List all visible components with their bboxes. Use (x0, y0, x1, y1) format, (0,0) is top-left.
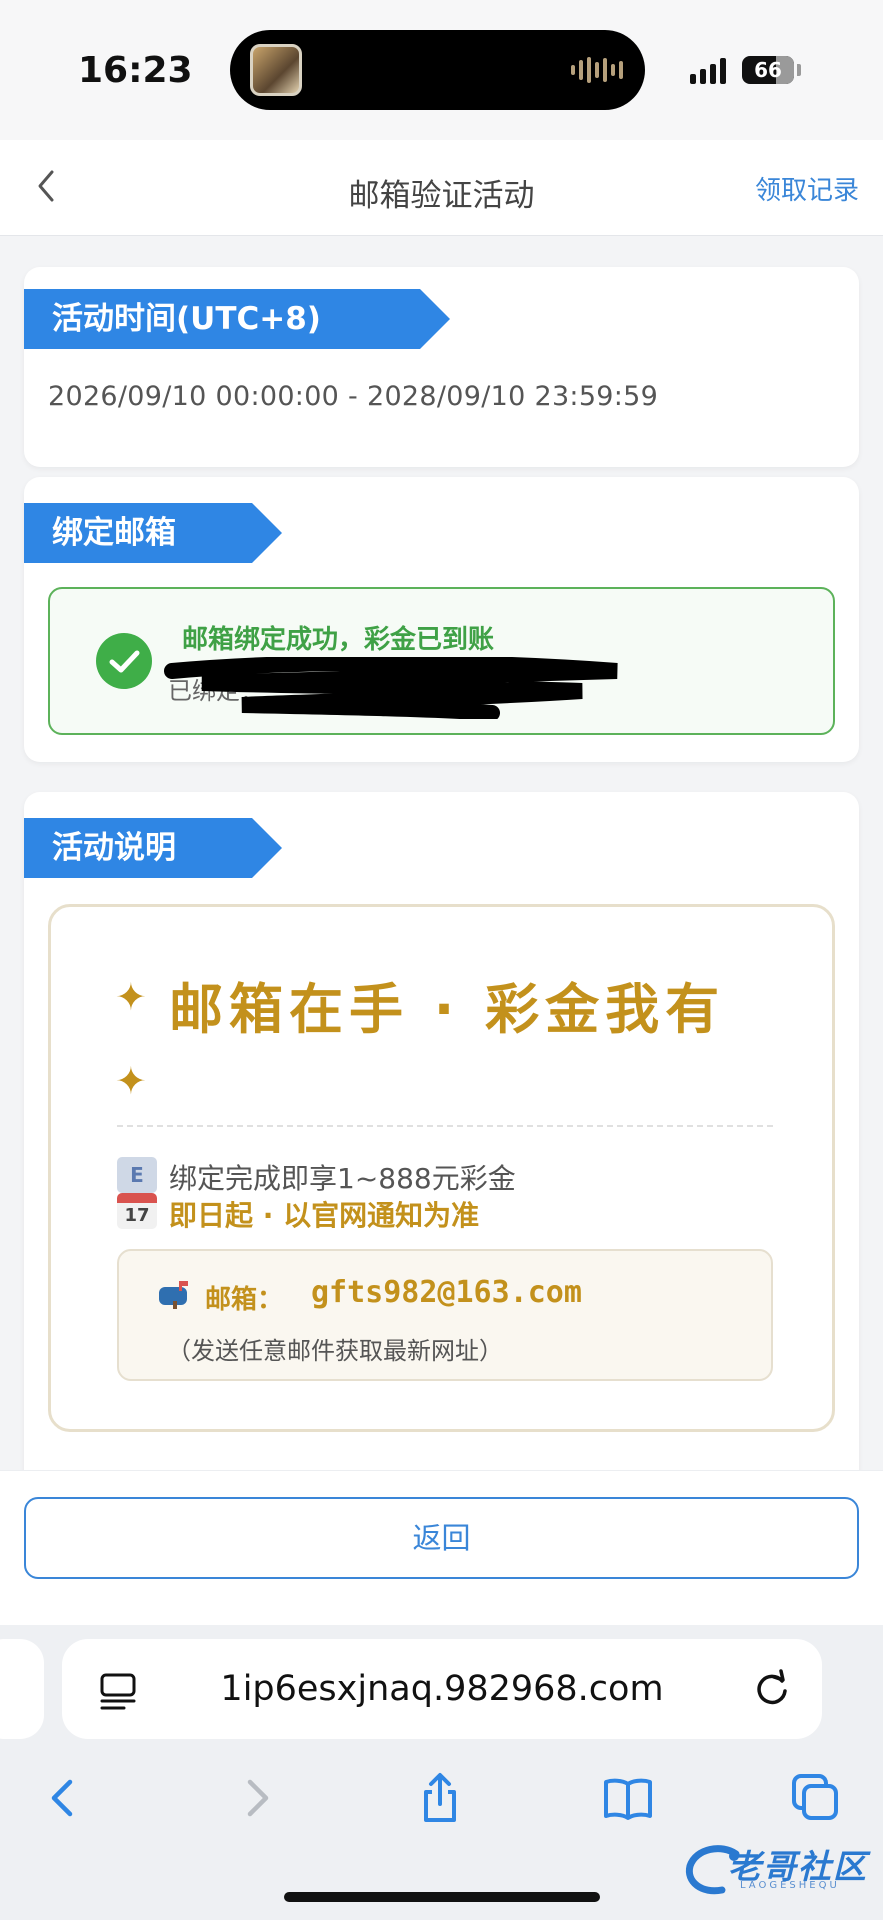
cellular-signal-icon (690, 56, 726, 84)
share-icon[interactable] (412, 1770, 468, 1826)
nav-header: 邮箱验证活动 领取记录 (0, 140, 883, 236)
status-bar: 16:23 66 (0, 0, 883, 140)
description-card: 活动说明 ✦ 邮箱在手 · 彩金我有 ✦ E 绑定完成即享1~888元彩金 17… (24, 792, 859, 1477)
promo-title: 邮箱在手 · 彩金我有 (169, 978, 726, 1041)
calendar-icon: 17 (117, 1193, 157, 1229)
claim-records-link[interactable]: 领取记录 (755, 170, 859, 207)
back-icon[interactable] (36, 1770, 92, 1826)
watermark-logo: 老哥社区 LAOGESHEQU (684, 1838, 874, 1900)
reload-icon[interactable] (750, 1667, 794, 1711)
battery-indicator: 66 (742, 56, 794, 84)
mail-address[interactable]: gfts982@163.com (311, 1275, 582, 1310)
check-icon (96, 633, 152, 689)
activity-time-ribbon: 活动时间(UTC+8) (24, 289, 450, 349)
mail-label: 邮箱： (205, 1285, 284, 1315)
bind-success-title: 邮箱绑定成功，彩金已到账 (182, 625, 495, 655)
sparkle-icon: ✦ (115, 975, 147, 1019)
battery-nub (797, 64, 801, 76)
redaction-scribble (164, 657, 618, 719)
envelope-icon: E (117, 1157, 157, 1193)
promo-line-reward: 绑定完成即享1~888元彩金 (169, 1162, 516, 1195)
activity-time-ribbon-label: 活动时间(UTC+8) (52, 301, 321, 337)
promo-divider (117, 1125, 773, 1127)
promo-line-period: 即日起 · 以官网通知为准 (169, 1199, 480, 1232)
url-text[interactable]: 1ip6esxjnaq.982968.com (62, 1669, 822, 1709)
description-ribbon-label: 活动说明 (52, 830, 176, 866)
battery-percent: 66 (754, 58, 782, 82)
audio-waveform-icon (571, 56, 623, 84)
address-bar[interactable]: 1ip6esxjnaq.982968.com (62, 1639, 822, 1739)
activity-time-card: 活动时间(UTC+8) 2026/09/10 00:00:00 - 2028/0… (24, 267, 859, 467)
return-button[interactable]: 返回 (24, 1497, 859, 1579)
promo-box: ✦ 邮箱在手 · 彩金我有 ✦ E 绑定完成即享1~888元彩金 17 即日起 … (48, 904, 835, 1432)
sparkle-icon: ✦ (115, 1059, 147, 1103)
forward-icon[interactable] (228, 1770, 284, 1826)
page-title: 邮箱验证活动 (348, 178, 535, 214)
watermark-subtext: LAOGESHEQU (740, 1880, 840, 1891)
bind-success-box: 邮箱绑定成功，彩金已到账 已绑定： .com (48, 587, 835, 735)
activity-time-range: 2026/09/10 00:00:00 - 2028/09/10 23:59:5… (48, 381, 659, 412)
adjacent-tab-preview[interactable] (0, 1639, 44, 1739)
bind-email-ribbon-label: 绑定邮箱 (52, 515, 176, 551)
content-area[interactable]: 活动时间(UTC+8) 2026/09/10 00:00:00 - 2028/0… (0, 237, 883, 1477)
now-playing-artwork[interactable] (250, 44, 302, 96)
tabs-icon[interactable] (788, 1770, 844, 1826)
status-time: 16:23 (78, 50, 193, 91)
bind-email-card: 绑定邮箱 邮箱绑定成功，彩金已到账 已绑定： .com (24, 477, 859, 762)
mail-note: （发送任意邮件获取最新网址） (167, 1337, 503, 1365)
description-ribbon: 活动说明 (24, 818, 282, 878)
home-indicator[interactable] (284, 1892, 600, 1902)
dynamic-island[interactable] (230, 30, 645, 110)
mailbox-icon (159, 1281, 188, 1309)
footer-bar: 返回 (0, 1470, 883, 1625)
contact-mail-box: 邮箱： gfts982@163.com （发送任意邮件获取最新网址） (117, 1249, 773, 1381)
bind-email-ribbon: 绑定邮箱 (24, 503, 282, 563)
bookmarks-icon[interactable] (600, 1770, 656, 1826)
